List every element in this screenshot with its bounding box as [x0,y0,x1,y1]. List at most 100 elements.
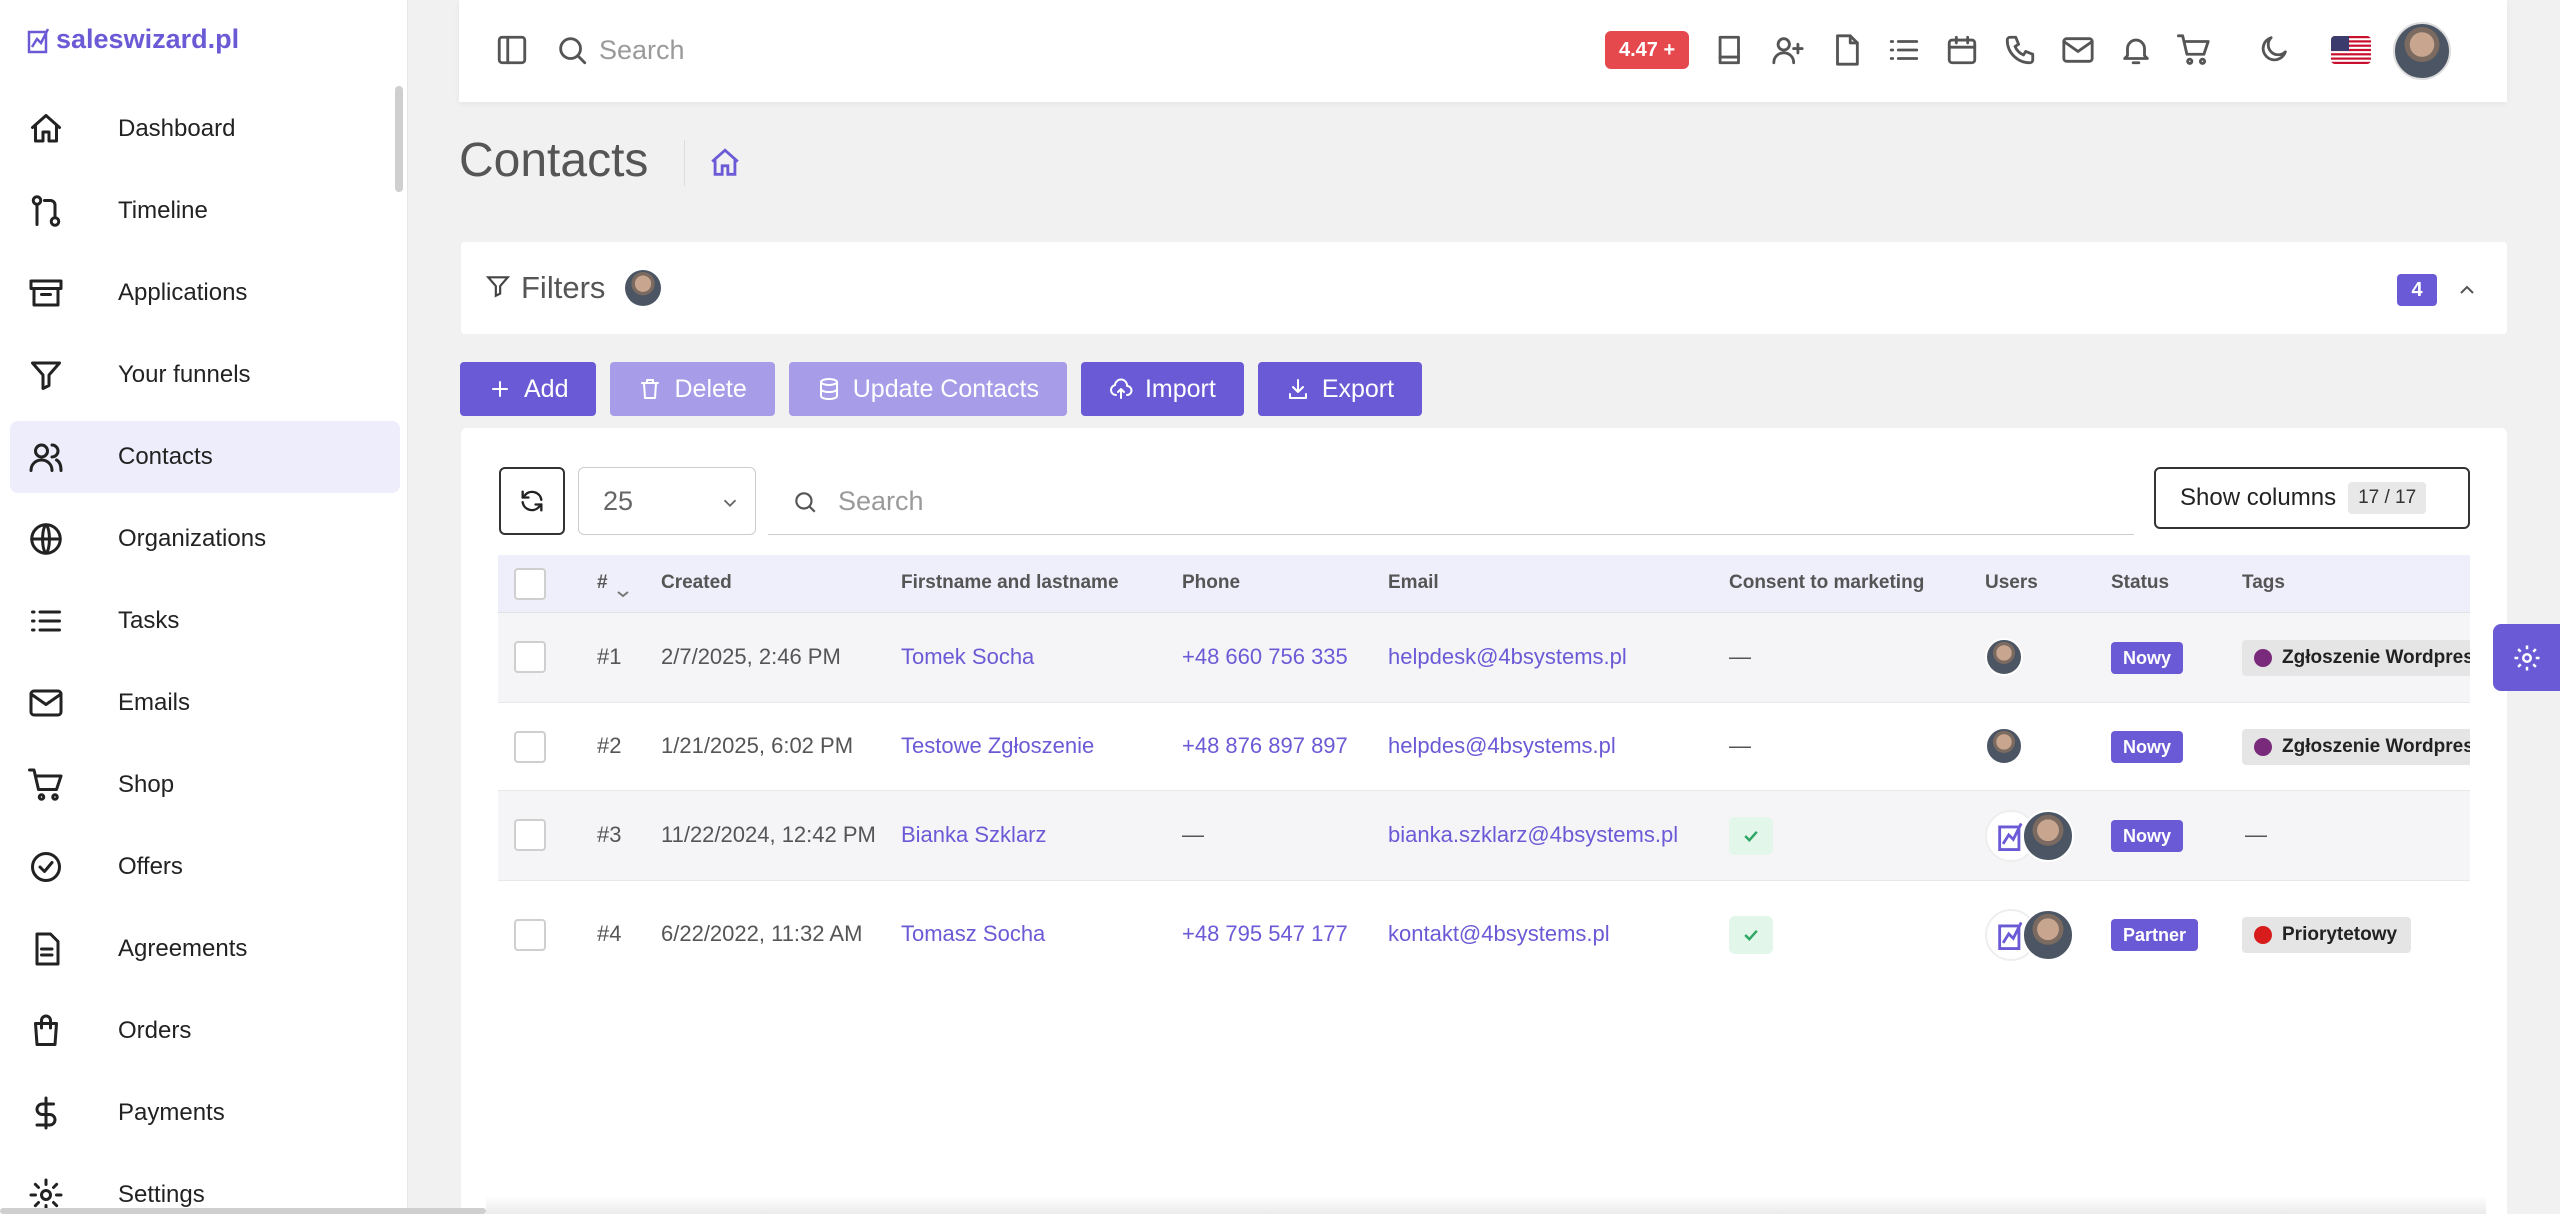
delete-button-label: Delete [674,374,747,403]
cell-id: #3 [597,822,622,847]
global-search-input[interactable] [599,28,1199,72]
cell-name[interactable]: Tomek Socha [901,644,1034,670]
table-row[interactable]: #2 1/21/2025, 6:02 PM Testowe Zgłoszenie… [498,703,2470,791]
sidebar-toggle-icon[interactable] [495,33,529,72]
column-header-email[interactable]: Email [1388,572,1439,594]
sidebar-item-organizations[interactable]: Organizations [10,503,400,575]
refresh-button[interactable] [499,467,565,535]
user-avatar[interactable] [2393,22,2451,80]
tag-badge: Zgłoszenie Wordpress [2242,729,2470,765]
filters-label: Filters [521,270,606,305]
select-all-checkbox[interactable] [514,568,546,600]
settings-floating-button[interactable] [2493,624,2560,691]
page-size-select[interactable]: 25 [578,467,756,535]
tag-badge: Priorytetowy [2242,917,2412,953]
sidebar-item-label: Orders [118,1017,192,1044]
sidebar-item-shop[interactable]: Shop [10,749,400,821]
sidebar-item-payments[interactable]: Payments [10,1077,400,1149]
file-icon[interactable] [1829,30,1863,70]
chevron-down-icon [723,499,737,508]
sidebar-item-agreements[interactable]: Agreements [10,913,400,985]
user-avatar[interactable] [2022,810,2074,862]
sidebar-item-contacts[interactable]: Contacts [10,421,400,493]
page-size-value: 25 [603,485,634,516]
us-flag-icon[interactable] [2331,36,2371,64]
column-header-status[interactable]: Status [2111,572,2169,594]
sidebar-item-label: Offers [118,853,183,880]
cell-email[interactable]: bianka.szklarz@4bsystems.pl [1388,822,1678,848]
calendar-icon[interactable] [1945,30,1979,70]
cell-phone[interactable]: +48 795 547 177 [1182,921,1348,947]
phone-icon[interactable] [2003,30,2037,70]
column-header-id[interactable]: # [597,572,608,594]
moon-icon[interactable] [2257,32,2291,71]
show-columns-count: 17 / 17 [2348,482,2427,514]
cell-phone[interactable]: +48 660 756 335 [1182,644,1348,670]
sidebar-item-dashboard[interactable]: Dashboard [10,93,400,165]
sidebar-item-tasks[interactable]: Tasks [10,585,400,657]
version-badge[interactable]: 4.47 + [1605,31,1690,69]
consent-check-icon [1729,817,1773,855]
cell-email[interactable]: helpdes@4bsystems.pl [1388,733,1616,759]
chevron-up-icon[interactable] [2455,278,2479,307]
delete-button[interactable]: Delete [610,362,775,416]
row-cells: #4 6/22/2022, 11:32 AM Tomasz Socha +48 … [498,881,2470,989]
wizard-logo-icon [27,27,50,53]
list-icon[interactable] [1887,30,1921,70]
table-header: # Created Firstname and lastname Phone E… [498,555,2470,613]
sidebar-item-applications[interactable]: Applications [10,257,400,329]
user-avatar[interactable] [1985,638,2023,676]
show-columns-button[interactable]: Show columns 17 / 17 [2154,467,2470,529]
archive-icon [28,275,64,311]
sidebar-item-orders[interactable]: Orders [10,995,400,1067]
brand-logo[interactable]: saleswizard.pl [26,24,239,55]
export-button[interactable]: Export [1257,362,1423,416]
table-row[interactable]: #1 2/7/2025, 2:46 PM Tomek Socha +48 660… [498,613,2470,703]
row-checkbox[interactable] [514,641,546,673]
cell-name[interactable]: Testowe Zgłoszenie [901,733,1094,759]
column-header-tags[interactable]: Tags [2242,572,2285,594]
user-avatar[interactable] [1985,727,2023,765]
sidebar-item-offers[interactable]: Offers [10,831,400,903]
sidebar-item-emails[interactable]: Emails [10,667,400,739]
column-header-phone[interactable]: Phone [1182,572,1240,594]
title-divider [684,140,685,186]
table-row[interactable]: #3 11/22/2024, 12:42 PM Bianka Szklarz —… [498,791,2470,881]
column-header-name[interactable]: Firstname and lastname [901,572,1119,594]
table-search-input[interactable] [838,481,2038,521]
table-row[interactable]: #4 6/22/2022, 11:32 AM Tomasz Socha +48 … [498,881,2470,989]
column-header-created[interactable]: Created [661,572,732,594]
list-icon [28,603,64,639]
filters-panel[interactable]: Filters 4 [461,242,2507,334]
horizontal-scrollbar[interactable] [0,1208,486,1214]
column-header-users[interactable]: Users [1985,572,2038,594]
cart-icon[interactable] [2177,30,2211,70]
column-header-consent[interactable]: Consent to marketing [1729,572,1924,594]
user-plus-icon[interactable] [1771,30,1805,70]
breadcrumb-home-icon[interactable] [708,146,742,185]
book-icon[interactable] [1713,30,1747,70]
bell-icon[interactable] [2119,30,2153,70]
cell-email[interactable]: helpdesk@4bsystems.pl [1388,644,1627,670]
row-checkbox[interactable] [514,731,546,763]
update-contacts-button[interactable]: Update Contacts [788,362,1067,416]
cell-name[interactable]: Bianka Szklarz [901,822,1047,848]
import-button[interactable]: Import [1080,362,1244,416]
row-checkbox[interactable] [514,919,546,951]
cell-name[interactable]: Tomasz Socha [901,921,1045,947]
sidebar-nav: Dashboard Timeline Applications Your fun… [10,93,400,1214]
action-buttons: Add Delete Update Contacts Import Export [460,362,1423,416]
brand-name: saleswizard.pl [56,24,240,54]
cell-email[interactable]: kontakt@4bsystems.pl [1388,921,1610,947]
row-checkbox[interactable] [514,819,546,851]
sort-icon[interactable] [614,571,632,604]
sidebar-item-funnels[interactable]: Your funnels [10,339,400,411]
cell-phone[interactable]: +48 876 897 897 [1182,733,1348,759]
cell-created: 2/7/2025, 2:46 PM [661,644,841,669]
globe-icon [28,521,64,557]
add-button[interactable]: Add [460,362,597,416]
mail-icon[interactable] [2061,30,2095,70]
sidebar-item-settings[interactable]: Settings [10,1159,400,1214]
user-avatar[interactable] [2022,909,2074,961]
sidebar-item-timeline[interactable]: Timeline [10,175,400,247]
